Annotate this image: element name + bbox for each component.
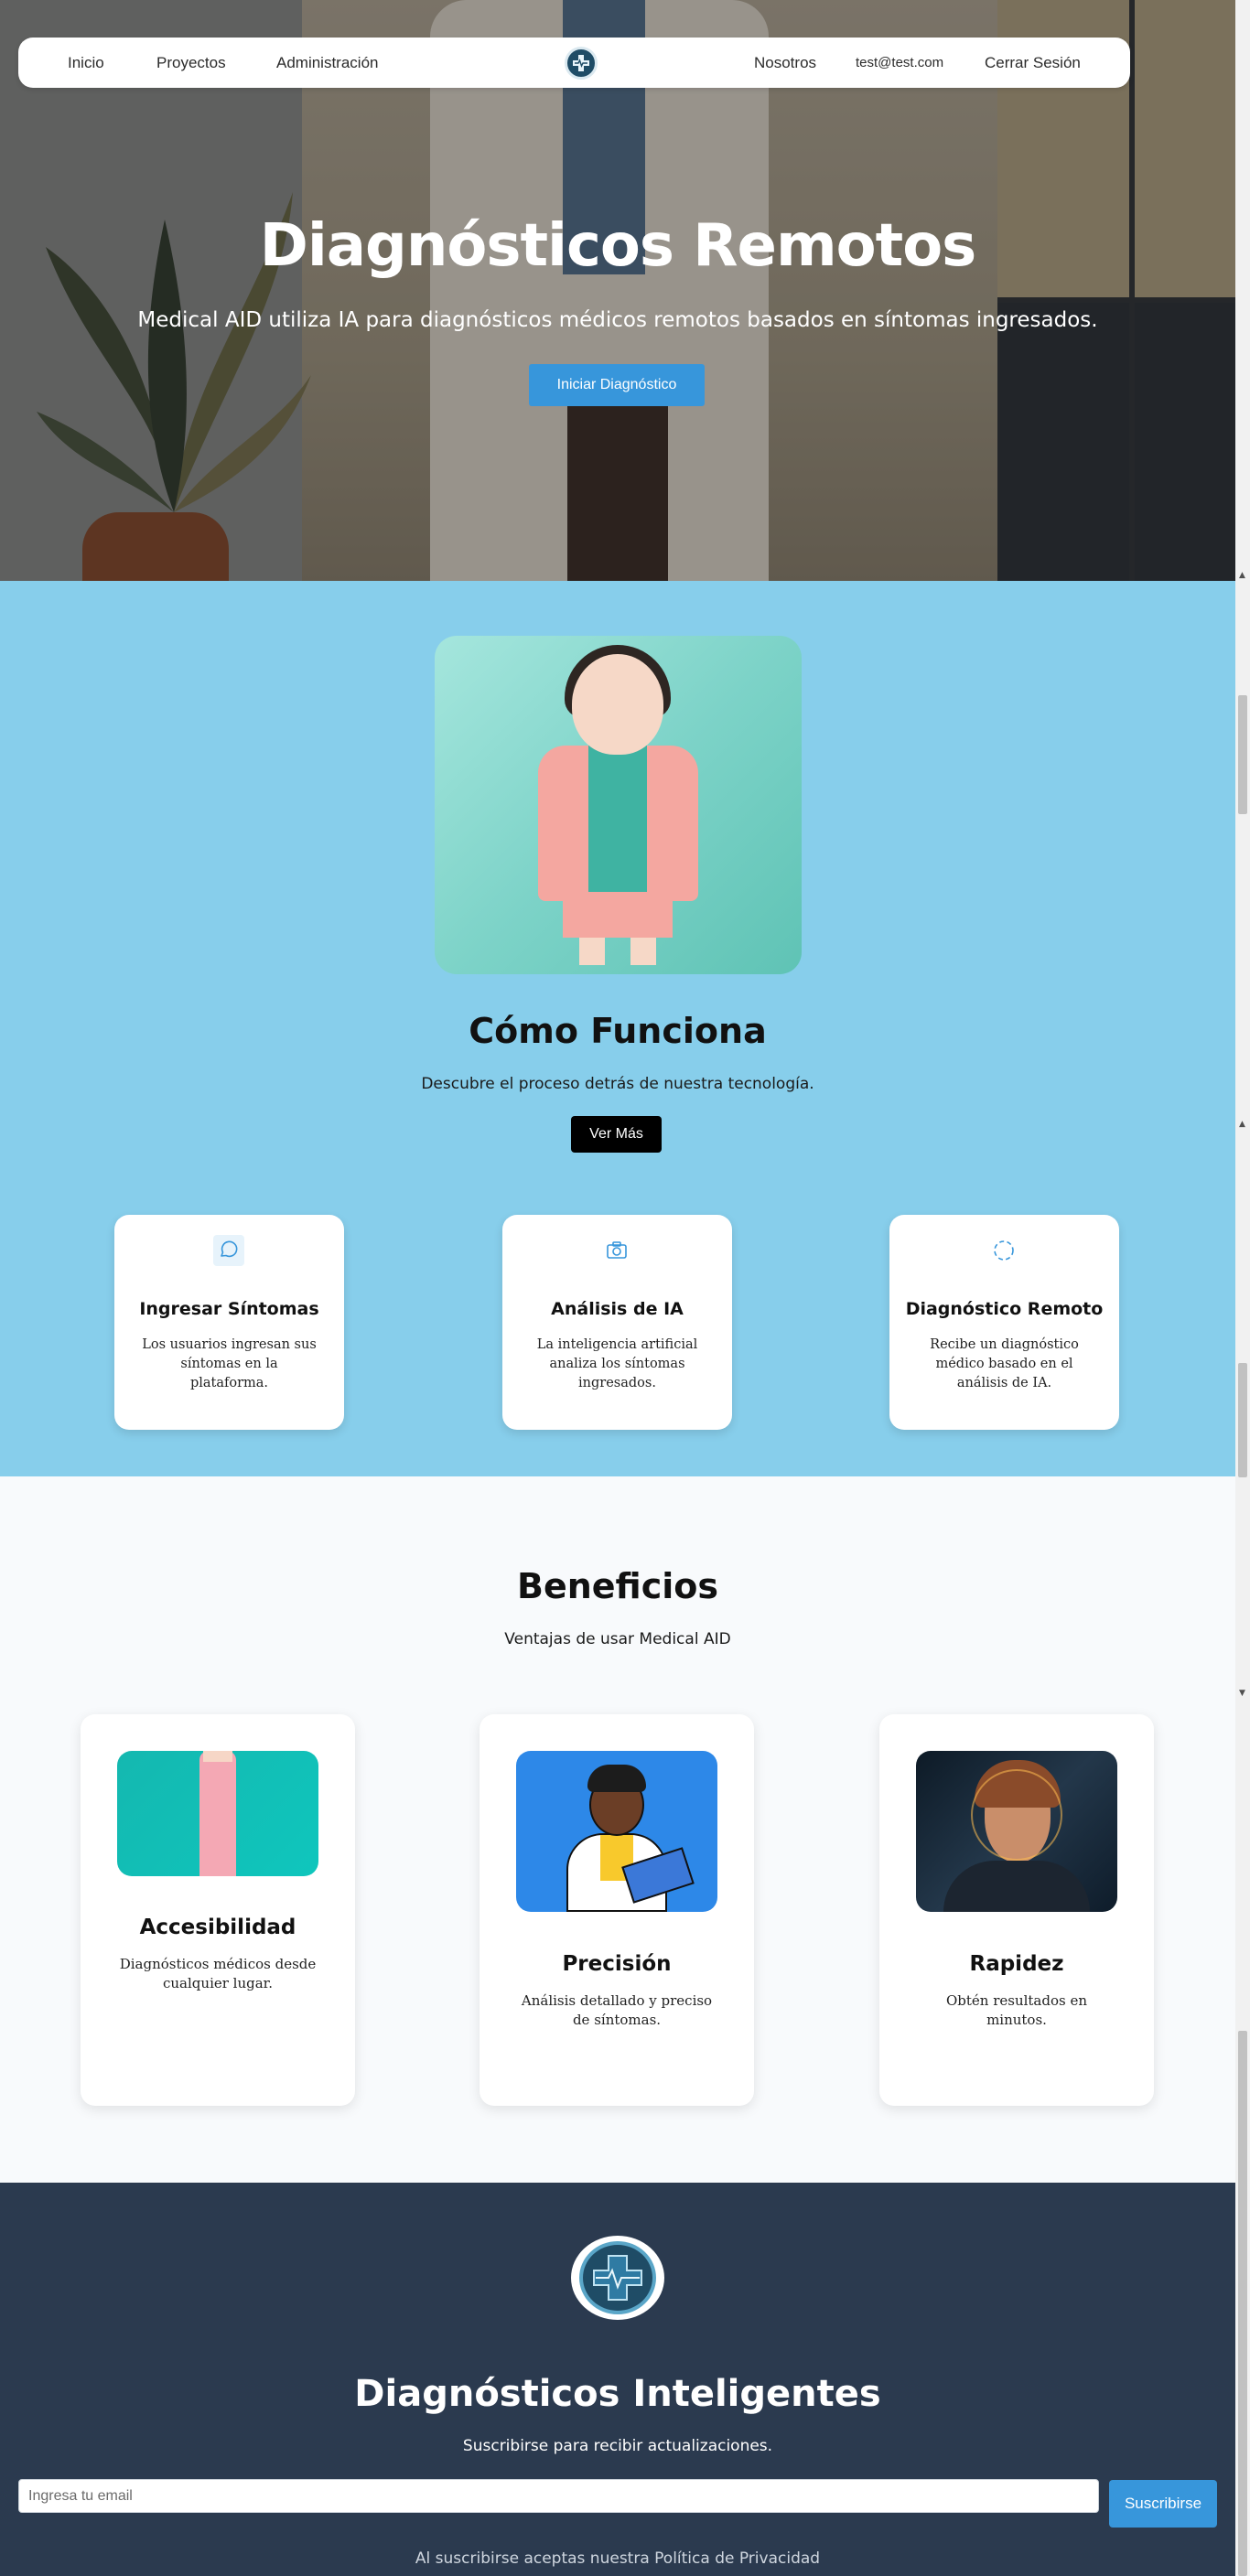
nav-link-nosotros[interactable]: Nosotros (754, 38, 816, 88)
benefit-image-ai-face (916, 1751, 1117, 1912)
privacy-notice: Al suscribirse aceptas nuestra Política … (415, 2549, 821, 2568)
step-title: Análisis de IA (551, 1299, 684, 1319)
subscribe-button[interactable]: Suscribirse (1109, 2480, 1217, 2528)
nav-link-administracion[interactable]: Administración (276, 38, 379, 88)
vertical-scrollbar[interactable]: ▲ ▲ ▼ (1235, 0, 1250, 2576)
hero-title: Diagnósticos Remotos (259, 212, 977, 280)
benefit-description: Obtén resultados en minutos. (945, 1992, 1088, 2028)
hero-subtitle: Medical AID utiliza IA para diagnósticos… (137, 308, 1098, 332)
footer-subtitle: Suscribirse para recibir actualizaciones… (462, 2437, 773, 2455)
benefit-title: Accesibilidad (139, 1916, 296, 1939)
benefits-subtitle: Ventajas de usar Medical AID (504, 1630, 731, 1648)
step-card-symptoms: Ingresar Síntomas Los usuarios ingresan … (114, 1215, 344, 1430)
benefit-description: Análisis detallado y preciso de síntomas… (521, 1992, 713, 2028)
start-diagnosis-button[interactable]: Iniciar Diagnóstico (529, 364, 705, 406)
scrollbar-thumb[interactable] (1238, 695, 1247, 814)
benefit-image-doctor-coat (117, 1751, 318, 1876)
user-email[interactable]: test@test.com (856, 38, 943, 88)
how-subtitle: Descubre el proceso detrás de nuestra te… (421, 1075, 814, 1093)
figurine-leg (630, 938, 656, 965)
footer-title: Diagnósticos Inteligentes (354, 2373, 881, 2415)
step-card-remote-diagnosis: Diagnóstico Remoto Recibe un diagnóstico… (889, 1215, 1119, 1430)
navbar: Inicio Proyectos Administración Nosotros… (18, 38, 1130, 88)
step-description: La inteligencia artificial analiza los s… (536, 1337, 698, 1390)
scroll-up-arrow-icon[interactable]: ▲ (1239, 571, 1245, 580)
how-title: Cómo Funciona (469, 1011, 767, 1051)
scrollbar-thumb[interactable] (1238, 2031, 1247, 2576)
medical-cross-logo-icon[interactable] (565, 47, 598, 80)
step-title: Diagnóstico Remoto (905, 1299, 1104, 1319)
chat-bubble-icon (213, 1235, 244, 1266)
figurine-leg (579, 938, 605, 965)
scrollbar-thumb[interactable] (1238, 1363, 1247, 1477)
figurine-scrub (588, 746, 647, 892)
benefits-title: Beneficios (516, 1566, 718, 1606)
doctor-figurine-image (435, 636, 802, 974)
scroll-down-arrow-icon[interactable]: ▼ (1239, 1689, 1245, 1698)
nav-link-inicio[interactable]: Inicio (68, 38, 104, 88)
benefit-description: Diagnósticos médicos desde cualquier lug… (119, 1956, 317, 1991)
email-input[interactable] (18, 2479, 1099, 2513)
benefit-card-speed: Rapidez Obtén resultados en minutos. (879, 1714, 1154, 2106)
benefit-card-precision: Precisión Análisis detallado y preciso d… (480, 1714, 754, 2106)
how-it-works-section: Cómo Funciona Descubre el proceso detrás… (0, 581, 1235, 1476)
logout-link[interactable]: Cerrar Sesión (985, 38, 1081, 88)
benefit-title: Rapidez (969, 1952, 1064, 1976)
nav-link-proyectos[interactable]: Proyectos (156, 38, 226, 88)
see-more-button[interactable]: Ver Más (571, 1116, 662, 1153)
loader-icon (994, 1240, 1014, 1261)
step-description: Recibe un diagnóstico médico basado en e… (930, 1337, 1079, 1390)
step-card-ai-analysis: Análisis de IA La inteligencia artificia… (502, 1215, 732, 1430)
footer: Diagnósticos Inteligentes Suscribirse pa… (0, 2183, 1235, 2576)
scroll-up-arrow-icon[interactable]: ▲ (1239, 1120, 1245, 1129)
figurine-pants (563, 896, 673, 938)
step-description: Los usuarios ingresan sus síntomas en la… (142, 1337, 317, 1390)
benefit-card-accessibility: Accesibilidad Diagnósticos médicos desde… (81, 1714, 355, 2106)
benefits-section: Beneficios Ventajas de usar Medical AID … (0, 1476, 1235, 2183)
benefit-title: Precisión (562, 1952, 672, 1976)
step-title: Ingresar Síntomas (139, 1299, 319, 1319)
page: Diagnósticos Remotos Medical AID utiliza… (0, 0, 1235, 2576)
camera-icon (607, 1241, 627, 1259)
logo-inner (579, 2241, 656, 2314)
benefit-image-doctor-clipboard (516, 1751, 717, 1912)
figurine-head (572, 654, 663, 755)
medical-ai-logo-icon (571, 2236, 664, 2320)
